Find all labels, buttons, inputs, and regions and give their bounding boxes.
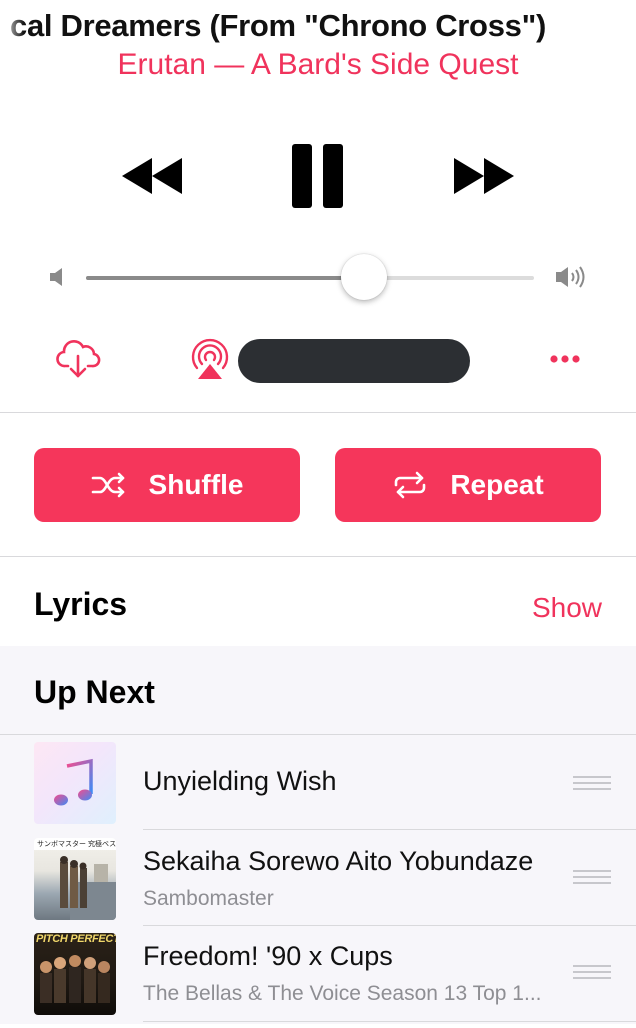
- artist-album-link[interactable]: Erutan — A Bard's Side Quest: [0, 48, 636, 82]
- lyrics-heading: Lyrics: [34, 586, 128, 622]
- title-fade: [0, 4, 24, 48]
- pause-icon: [292, 144, 343, 208]
- repeat-button[interactable]: Repeat: [335, 448, 601, 522]
- pause-button[interactable]: [292, 144, 344, 208]
- cloud-download-icon: [56, 340, 101, 378]
- volume-knob[interactable]: [341, 254, 387, 300]
- divider: [0, 412, 636, 413]
- shuffle-button[interactable]: Shuffle: [34, 448, 300, 522]
- row-divider: [143, 1021, 636, 1022]
- repeat-label: Repeat: [450, 469, 544, 500]
- song-title: Freedom! '90 x Cups: [143, 941, 393, 971]
- song-title: Sekaiha Sorewo Aito Yobundaze: [143, 846, 534, 876]
- song-title: Unyielding Wish: [143, 766, 337, 796]
- reorder-handle-icon[interactable]: [573, 776, 611, 790]
- divider: [0, 734, 636, 735]
- song-title: cal Dreamers (From "Chrono Cross"): [10, 8, 546, 43]
- rewind-button[interactable]: [120, 156, 184, 196]
- volume-fill: [86, 276, 364, 280]
- volume-slider[interactable]: [86, 254, 534, 300]
- download-button[interactable]: [56, 336, 102, 387]
- now-playing-title-row: cal Dreamers (From "Chrono Cross"): [0, 4, 636, 48]
- more-icon: [550, 355, 580, 363]
- up-next-heading: Up Next: [34, 674, 155, 710]
- reorder-handle-icon[interactable]: [573, 965, 611, 979]
- album-caption: PITCH PERFECT 3: [36, 933, 116, 945]
- fast-forward-button[interactable]: [452, 156, 516, 196]
- shuffle-icon: [91, 472, 124, 498]
- album-photo: [34, 838, 116, 920]
- album-artwork: サンボマスター 究極ベスト: [34, 838, 116, 920]
- airplay-icon: [191, 338, 229, 379]
- album-photo: [40, 955, 110, 1003]
- airplay-button[interactable]: [188, 338, 232, 385]
- reorder-handle-icon[interactable]: [573, 870, 611, 884]
- row-divider: [143, 925, 636, 926]
- music-note-artwork: [34, 742, 116, 824]
- list-item[interactable]: PITCH PERFECT 3 Freedom! '90 x Cups The …: [0, 933, 636, 1028]
- list-item[interactable]: Unyielding Wish: [0, 742, 636, 837]
- more-button[interactable]: [548, 350, 584, 371]
- volume-min-icon: [48, 266, 66, 293]
- song-artist: The Bellas & The Voice Season 13 Top 1..…: [143, 982, 542, 1005]
- volume-max-icon: [554, 264, 588, 295]
- shuffle-label: Shuffle: [148, 469, 244, 500]
- album-artwork: PITCH PERFECT 3: [34, 933, 116, 1015]
- music-note-icon: [54, 758, 93, 806]
- speaker-low-icon: [50, 268, 62, 286]
- lyrics-show-link[interactable]: Show: [532, 592, 602, 624]
- divider: [0, 556, 636, 557]
- song-artist: Sambomaster: [143, 887, 274, 910]
- list-item[interactable]: サンボマスター 究極ベスト Sekaiha Sorewo Aito Yobund…: [0, 838, 636, 933]
- airplay-device-pill[interactable]: [238, 339, 470, 383]
- speaker-high-icon: [556, 266, 585, 288]
- album-caption: サンボマスター 究極ベスト: [37, 841, 116, 848]
- repeat-icon: [395, 471, 426, 499]
- rewind-icon: [122, 158, 182, 194]
- row-divider: [143, 829, 636, 830]
- fast-forward-icon: [454, 158, 514, 194]
